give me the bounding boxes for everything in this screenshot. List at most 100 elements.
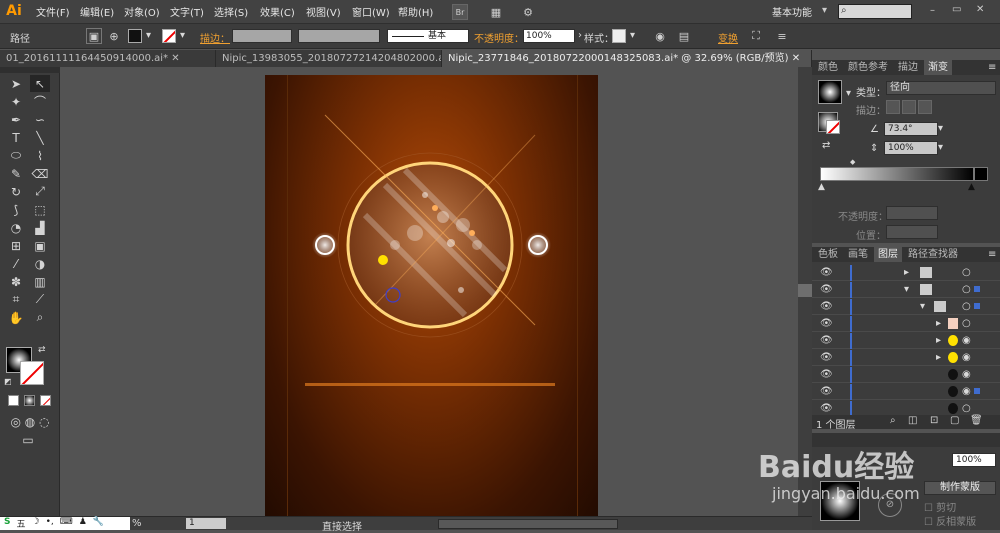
keyboard-icon[interactable]: ⌨ — [60, 517, 73, 530]
chevron-down-icon[interactable]: ▾ — [920, 301, 925, 312]
layer-row[interactable]: 👁 ◉ — [812, 384, 1000, 400]
control-menu-icon[interactable]: ≡ — [774, 28, 790, 44]
minimize-button[interactable]: – — [930, 5, 935, 16]
line-tool-icon[interactable]: ╲ — [30, 129, 50, 146]
gradient-slider-end[interactable] — [974, 167, 988, 181]
swap-colors-icon[interactable]: ⇄ — [38, 345, 46, 355]
anchor-icon[interactable]: ⊕ — [106, 28, 122, 44]
new-layer-icon[interactable]: ▢ — [950, 415, 959, 426]
target-icon[interactable]: ○ — [962, 318, 971, 329]
selection-tool-icon[interactable]: ➤ — [6, 75, 26, 92]
target-icon[interactable]: ◉ — [962, 386, 971, 397]
invert-mask-checkbox[interactable]: ☐ 反相蒙版 — [924, 513, 976, 528]
stroke-within-icon[interactable] — [886, 100, 900, 114]
eyedropper-icon[interactable]: ⁄ — [6, 255, 26, 272]
new-sublayer-icon[interactable]: ⊡ — [930, 415, 938, 426]
stroke-label-link[interactable]: 描边： — [200, 30, 230, 45]
paintbrush-icon[interactable]: ⌇ — [30, 147, 50, 164]
chevron-down-icon[interactable]: ▾ — [822, 5, 827, 16]
opacity-field[interactable]: 100% — [523, 29, 575, 43]
isolate-group-icon[interactable]: ⛶ — [748, 28, 764, 44]
layer-row[interactable]: 👁 ▾ ○ — [812, 282, 1000, 298]
menu-file[interactable]: 文件(F) — [36, 4, 70, 19]
layer-row[interactable]: 👁 ▸ ◉ — [812, 350, 1000, 366]
target-icon[interactable]: ◉ — [962, 369, 971, 380]
eye-icon[interactable]: 👁 — [820, 403, 833, 414]
chevron-down-icon[interactable]: ▾ — [846, 88, 851, 99]
align-icon[interactable]: ▤ — [676, 28, 692, 44]
menu-window[interactable]: 窗口(W) — [352, 4, 390, 19]
close-icon[interactable]: ✕ — [792, 53, 800, 64]
chevron-right-icon[interactable]: ▸ — [904, 267, 909, 278]
search-input[interactable]: ⌕ — [838, 4, 912, 19]
transparency-opacity-field[interactable]: 100% — [952, 453, 996, 467]
graphic-style-swatch[interactable] — [612, 29, 626, 43]
scale-tool-icon[interactable]: ⤢ — [30, 183, 50, 200]
stroke-none-swatch[interactable] — [162, 29, 176, 43]
tab-gradient[interactable]: 渐变 — [924, 60, 952, 75]
eraser-icon[interactable]: ⌫ — [30, 165, 50, 182]
artboard-navigation[interactable]: 1 — [186, 518, 226, 529]
layer-row[interactable]: 👁 ▾ ○ — [812, 299, 1000, 315]
locate-object-icon[interactable]: ⌕ — [890, 415, 896, 426]
horizontal-scrollbar[interactable] — [438, 519, 618, 529]
pen-tool-icon[interactable]: ✒ — [6, 111, 26, 128]
menu-help[interactable]: 帮助(H) — [398, 4, 433, 19]
aspect-ratio-field[interactable]: 100% — [884, 141, 938, 155]
lasso-icon[interactable]: ⌒ — [30, 93, 50, 110]
selection-indicator[interactable] — [974, 388, 980, 394]
symbol-sprayer-icon[interactable]: ✽ — [6, 273, 26, 290]
chevron-down-icon[interactable]: ▾ — [938, 123, 943, 134]
hand-tool-icon[interactable]: ✋ — [6, 309, 26, 326]
wrench-icon[interactable]: 🔧 — [93, 517, 104, 530]
angle-field[interactable]: 73.4° — [884, 122, 938, 136]
panel-menu-icon[interactable]: ≡ — [988, 62, 996, 73]
target-icon[interactable]: ○ — [962, 403, 971, 414]
stroke-color-swatch[interactable] — [20, 361, 44, 385]
artboard[interactable] — [265, 75, 598, 518]
magic-wand-icon[interactable]: ✦ — [6, 93, 26, 110]
reverse-gradient-icon[interactable]: ⇄ — [822, 140, 830, 151]
pencil-icon[interactable]: ✎ — [6, 165, 26, 182]
panel-menu-icon[interactable]: ≡ — [988, 249, 996, 260]
doc-tab[interactable]: 01_20161111164450914000.ai* ✕ — [0, 50, 216, 67]
stroke-weight-field[interactable] — [232, 29, 292, 43]
arrange-documents-icon[interactable]: ▦ — [488, 4, 504, 20]
stop-location-field[interactable] — [886, 225, 938, 239]
perspective-grid-icon[interactable]: ▟ — [30, 219, 50, 236]
stroke-across-icon[interactable] — [918, 100, 932, 114]
layer-row[interactable]: 👁 ◉ — [812, 367, 1000, 383]
tab-layers[interactable]: 图层 — [874, 247, 902, 262]
eye-icon[interactable]: 👁 — [820, 352, 833, 363]
free-transform-icon[interactable]: ⬚ — [30, 201, 50, 218]
workspace-switcher[interactable]: 基本功能 — [772, 4, 812, 19]
shape-builder-icon[interactable]: ◔ — [6, 219, 26, 236]
curvature-tool-icon[interactable]: ∽ — [30, 111, 50, 128]
tab-color-guide[interactable]: 颜色参考 — [844, 60, 892, 75]
tab-stroke[interactable]: 描边 — [894, 60, 922, 75]
chevron-down-icon[interactable]: ▾ — [146, 30, 151, 41]
slice-tool-icon[interactable]: ⟋ — [30, 291, 50, 308]
chevron-down-icon[interactable]: ▾ — [630, 30, 635, 41]
doc-tab-active[interactable]: Nipic_23771846_20180722000148325083.ai* … — [442, 50, 812, 67]
trash-icon[interactable]: 🗑 — [970, 415, 983, 426]
chevron-down-icon[interactable]: ▾ — [180, 30, 185, 41]
moon-icon[interactable]: ☽ — [32, 517, 40, 530]
target-icon[interactable]: ○ — [962, 284, 971, 295]
mesh-tool-icon[interactable]: ⊞ — [6, 237, 26, 254]
eye-icon[interactable]: 👁 — [820, 369, 833, 380]
variable-width-select[interactable] — [298, 29, 380, 43]
drawing-modes-icon[interactable]: ◎ ◍ ◌ — [6, 413, 54, 430]
gradient-slider[interactable] — [820, 167, 974, 181]
artboard-tool-icon[interactable]: ⌗ — [6, 291, 26, 308]
maximize-button[interactable]: ▭ — [952, 4, 961, 15]
rotate-tool-icon[interactable]: ↻ — [6, 183, 26, 200]
brush-definition-select[interactable]: 基本 — [387, 29, 469, 43]
chevron-down-icon[interactable]: ▾ — [904, 284, 909, 295]
gradient-tool-icon[interactable]: ▣ — [30, 237, 50, 254]
chevron-down-icon[interactable]: ▾ — [938, 142, 943, 153]
color-mode-button[interactable] — [8, 395, 19, 406]
stop-opacity-field[interactable] — [886, 206, 938, 220]
chevron-right-icon[interactable]: ▸ — [936, 318, 941, 329]
eye-icon[interactable]: 👁 — [820, 318, 833, 329]
